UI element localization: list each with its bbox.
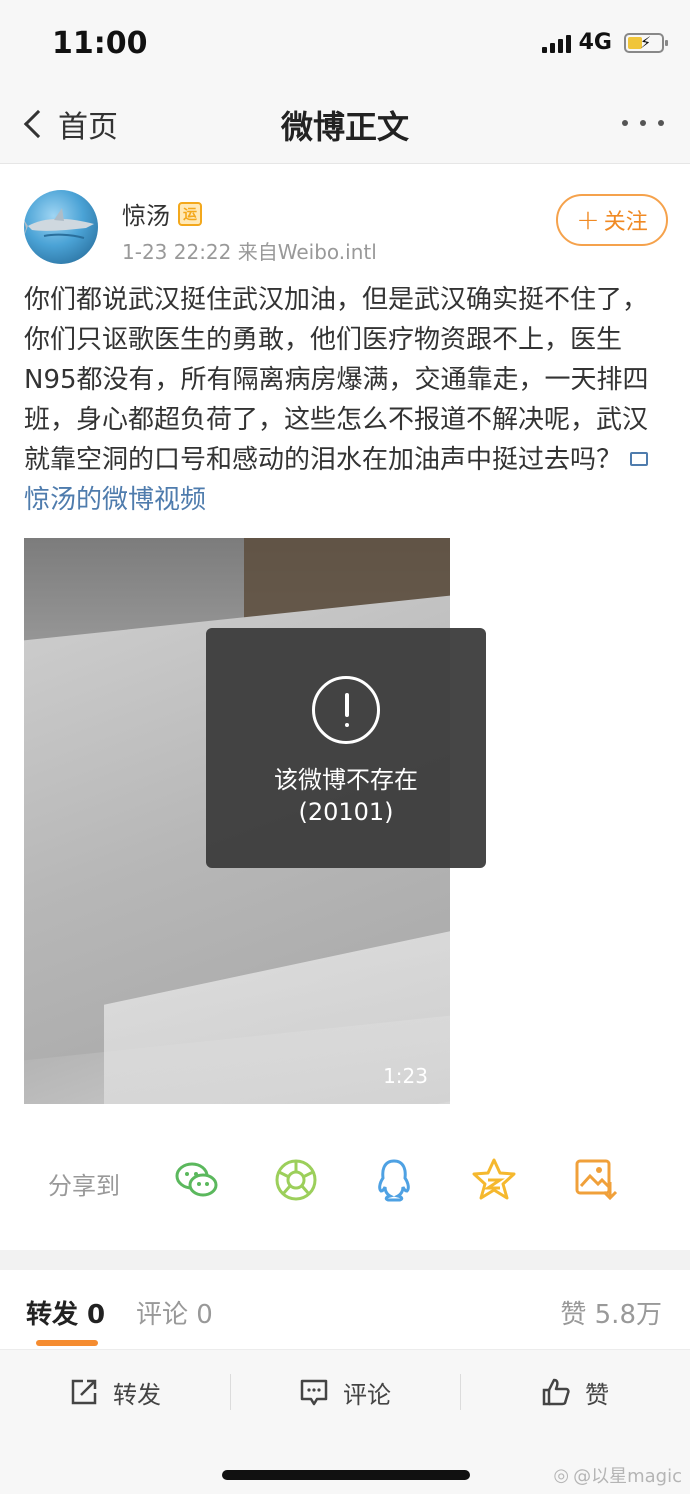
video-duration: 1:23	[383, 1064, 428, 1088]
status-indicators: 4G ⚡	[541, 30, 668, 55]
more-dot-icon	[622, 120, 628, 126]
tab-reposts[interactable]: 转发 0	[26, 1294, 105, 1331]
home-indicator[interactable]	[222, 1470, 470, 1480]
network-type: 4G	[578, 30, 612, 55]
like-button[interactable]: 赞	[460, 1372, 690, 1412]
repost-icon	[71, 1379, 97, 1405]
tab-comments[interactable]: 评论 0	[136, 1294, 213, 1331]
like-label: 赞	[585, 1380, 609, 1409]
wechat-icon[interactable]	[172, 1156, 220, 1204]
toast-line-2: (20101)	[298, 798, 394, 826]
video-icon	[630, 451, 649, 466]
more-options-button[interactable]	[622, 120, 664, 126]
more-dot-icon	[640, 120, 646, 126]
comment-button[interactable]: 评论	[230, 1372, 460, 1412]
toast-message: 该微博不存在 (20101)	[206, 764, 486, 828]
membership-badge-icon: 运	[178, 201, 202, 226]
status-bar: 11:00 4G ⚡	[0, 0, 690, 84]
post-meta: 1-23 22:22 来自Weibo.intl	[122, 240, 377, 264]
tab-likes[interactable]: 赞 5.8万	[560, 1294, 662, 1331]
error-toast: 该微博不存在 (20101)	[206, 628, 486, 868]
share-bar: 分享到	[0, 1140, 690, 1220]
watermark-text: @以星magic	[573, 1466, 682, 1487]
repost-label: 转发	[113, 1380, 161, 1409]
active-tab-indicator	[36, 1340, 98, 1346]
comment-icon	[300, 1379, 328, 1406]
exclamation-circle-icon	[312, 676, 380, 744]
section-divider	[0, 1250, 690, 1270]
status-time: 11:00	[52, 26, 148, 61]
plus-icon: +	[576, 203, 600, 236]
avatar[interactable]	[24, 190, 98, 264]
battery-icon: ⚡	[624, 32, 668, 53]
share-label: 分享到	[48, 1172, 120, 1200]
weibo-logo-icon: ◎	[553, 1464, 570, 1486]
qzone-star-icon[interactable]	[470, 1156, 518, 1204]
post-tabs: 转发 0 评论 0 赞 5.8万	[0, 1270, 690, 1350]
shark-avatar-image	[24, 208, 94, 239]
page-title: 微博正文	[280, 108, 409, 146]
repost-button[interactable]: 转发	[0, 1372, 230, 1412]
follow-button[interactable]: + 关注	[556, 194, 668, 246]
post-text: 你们都说武汉挺住武汉加油，但是武汉确实挺不住了，你们只讴歌医生的勇敢，他们医疗物…	[24, 280, 668, 520]
qq-icon[interactable]	[370, 1156, 418, 1204]
nav-bar: 首页 微博正文	[0, 84, 690, 164]
toast-line-1: 该微博不存在	[274, 766, 418, 794]
video-link-text: 惊汤的微博视频	[24, 485, 207, 515]
author-name-text: 惊汤	[122, 202, 170, 230]
author-name[interactable]: 惊汤 运	[122, 196, 202, 231]
more-dot-icon	[658, 120, 664, 126]
post-body: 你们都说武汉挺住武汉加油，但是武汉确实挺不住了，你们只讴歌医生的勇敢，他们医疗物…	[24, 285, 649, 475]
follow-label: 关注	[603, 210, 648, 235]
comment-label: 评论	[343, 1380, 391, 1409]
signal-icon	[541, 33, 571, 53]
save-image-icon[interactable]	[572, 1156, 620, 1204]
thumbs-up-icon	[542, 1378, 570, 1406]
watermark: ◎ @以星magic	[553, 1462, 682, 1488]
moments-icon[interactable]	[272, 1156, 320, 1204]
